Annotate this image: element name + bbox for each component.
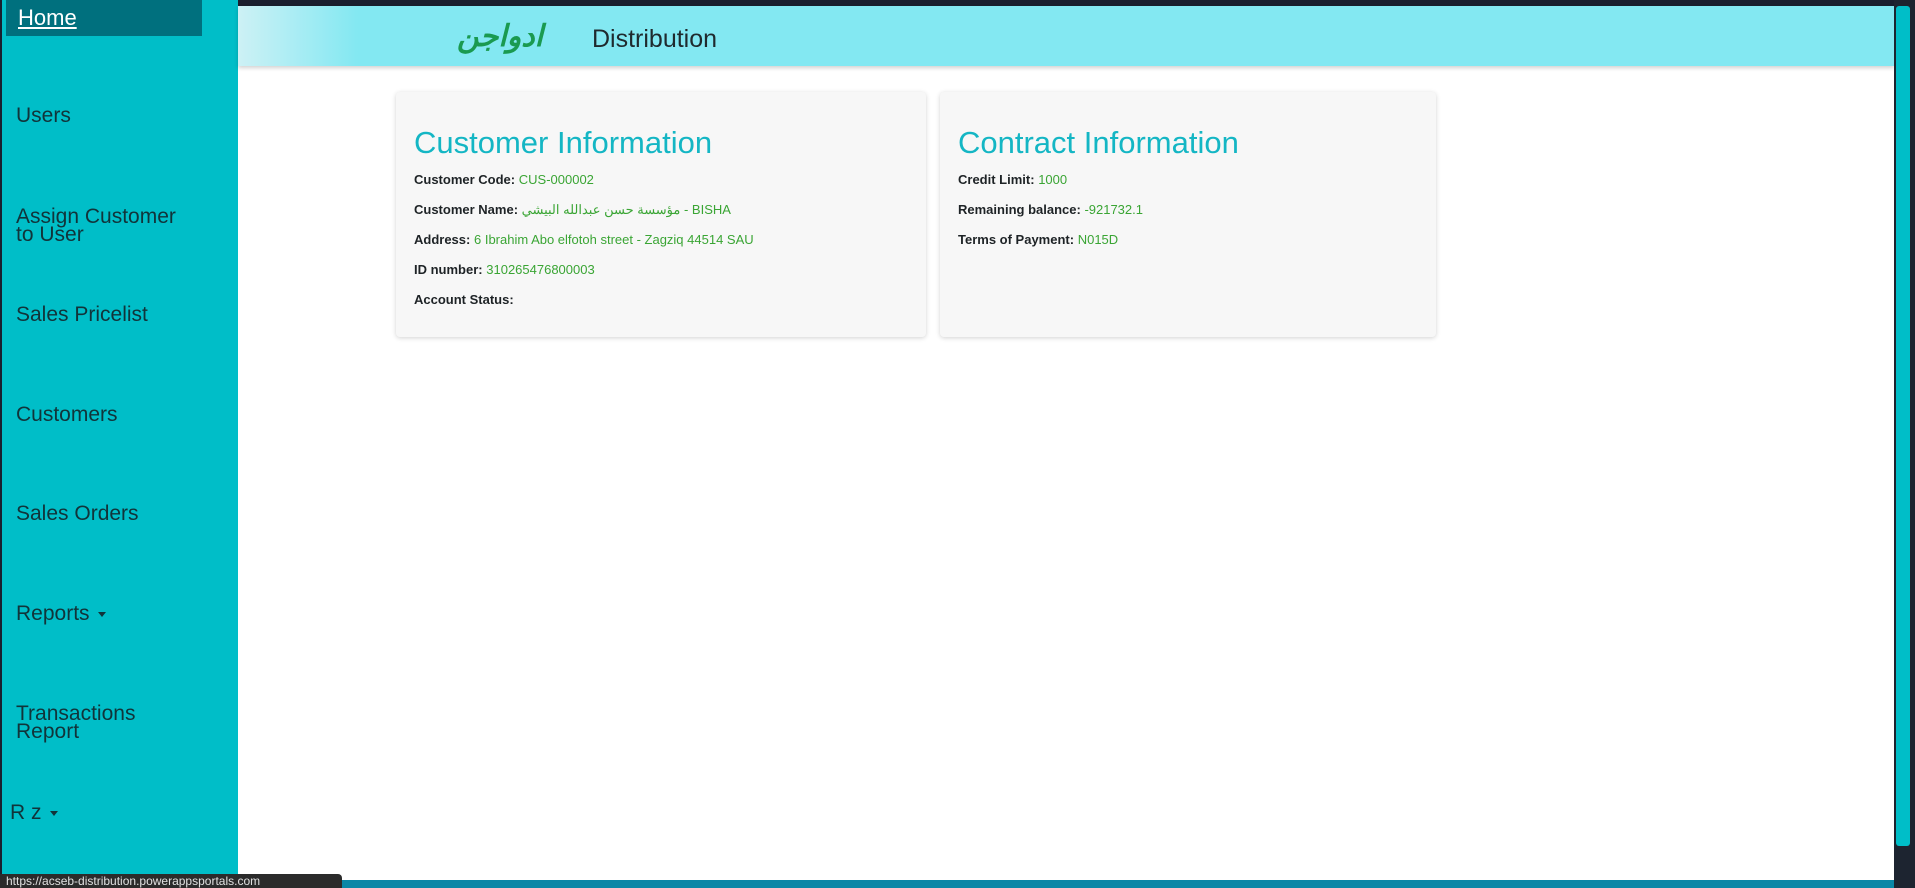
nav-item-home-label[interactable]: Home bbox=[18, 5, 77, 31]
footer-strip bbox=[238, 880, 1894, 888]
chevron-down-icon bbox=[97, 611, 106, 617]
customer-name-value: مؤسسة حسن عبدالله البيشي - BISHA bbox=[521, 202, 731, 217]
address-value: 6 Ibrahim Abo elfotoh street - Zagziq 44… bbox=[473, 232, 754, 247]
terms-of-payment-value: N015D bbox=[1077, 232, 1119, 247]
customer-name-label: Customer Name: bbox=[414, 202, 519, 217]
header-bar: ادواجن Distribution bbox=[238, 6, 1894, 66]
sidebar-nav: Home Users Assign Customer to User Sales… bbox=[2, 0, 238, 888]
nav-item-reports-label: Reports bbox=[16, 602, 90, 625]
scrollbar-thumb[interactable] bbox=[1896, 6, 1910, 846]
customer-code-value: CUS-000002 bbox=[518, 172, 594, 187]
user-menu-label: R z bbox=[10, 801, 42, 824]
nav-item-sales-orders[interactable]: Sales Orders bbox=[16, 503, 226, 524]
nav-item-assign-line2: to User bbox=[16, 223, 84, 246]
customer-code-row: Customer Code: CUS-000002 bbox=[414, 172, 594, 187]
user-menu[interactable]: R z bbox=[10, 801, 220, 824]
contract-info-heading: Contract Information bbox=[958, 125, 1239, 160]
customer-name-row: Customer Name: مؤسسة حسن عبدالله البيشي … bbox=[414, 202, 731, 218]
customer-info-card: Customer Information Customer Code: CUS-… bbox=[396, 92, 926, 337]
brand-logo[interactable]: ادواجن bbox=[428, 16, 573, 56]
id-number-row: ID number: 310265476800003 bbox=[414, 262, 595, 277]
app-title: Distribution bbox=[592, 25, 718, 53]
account-status-label: Account Status: bbox=[414, 292, 514, 307]
customer-code-label: Customer Code: bbox=[414, 172, 516, 187]
status-bar-url: https://acseb-distribution.powerappsport… bbox=[0, 874, 342, 888]
nav-item-users[interactable]: Users bbox=[16, 105, 226, 126]
customer-info-heading: Customer Information bbox=[414, 125, 713, 160]
nav-item-reports[interactable]: Reports bbox=[16, 602, 226, 625]
contract-info-card: Contract Information Credit Limit: 1000 … bbox=[940, 92, 1436, 337]
address-label: Address: bbox=[414, 232, 471, 247]
address-row: Address: 6 Ibrahim Abo elfotoh street - … bbox=[414, 232, 754, 247]
nav-item-assign-customer[interactable]: Assign Customer to User bbox=[16, 206, 226, 246]
terms-of-payment-label: Terms of Payment: bbox=[958, 232, 1075, 247]
remaining-balance-label: Remaining balance: bbox=[958, 202, 1081, 217]
nav-item-sales-pricelist[interactable]: Sales Pricelist bbox=[16, 304, 226, 325]
credit-limit-row: Credit Limit: 1000 bbox=[958, 172, 1067, 187]
nav-item-transactions-report[interactable]: Transactions Report bbox=[16, 703, 226, 743]
nav-item-customers[interactable]: Customers bbox=[16, 404, 226, 425]
brand-logo-text: ادواجن bbox=[457, 19, 547, 54]
main-content: ادواجن Distribution Customer Information… bbox=[238, 6, 1894, 880]
chevron-down-icon bbox=[49, 810, 58, 816]
id-number-label: ID number: bbox=[414, 262, 483, 277]
credit-limit-value: 1000 bbox=[1038, 172, 1068, 187]
nav-item-transactions-line2: Report bbox=[16, 720, 80, 743]
terms-of-payment-row: Terms of Payment: N015D bbox=[958, 232, 1118, 247]
remaining-balance-row: Remaining balance: -921732.1 bbox=[958, 202, 1143, 217]
remaining-balance-value: -921732.1 bbox=[1084, 202, 1143, 217]
account-status-row: Account Status: bbox=[414, 292, 514, 307]
credit-limit-label: Credit Limit: bbox=[958, 172, 1035, 187]
nav-item-home[interactable]: Home bbox=[6, 0, 202, 36]
id-number-value: 310265476800003 bbox=[486, 262, 595, 277]
